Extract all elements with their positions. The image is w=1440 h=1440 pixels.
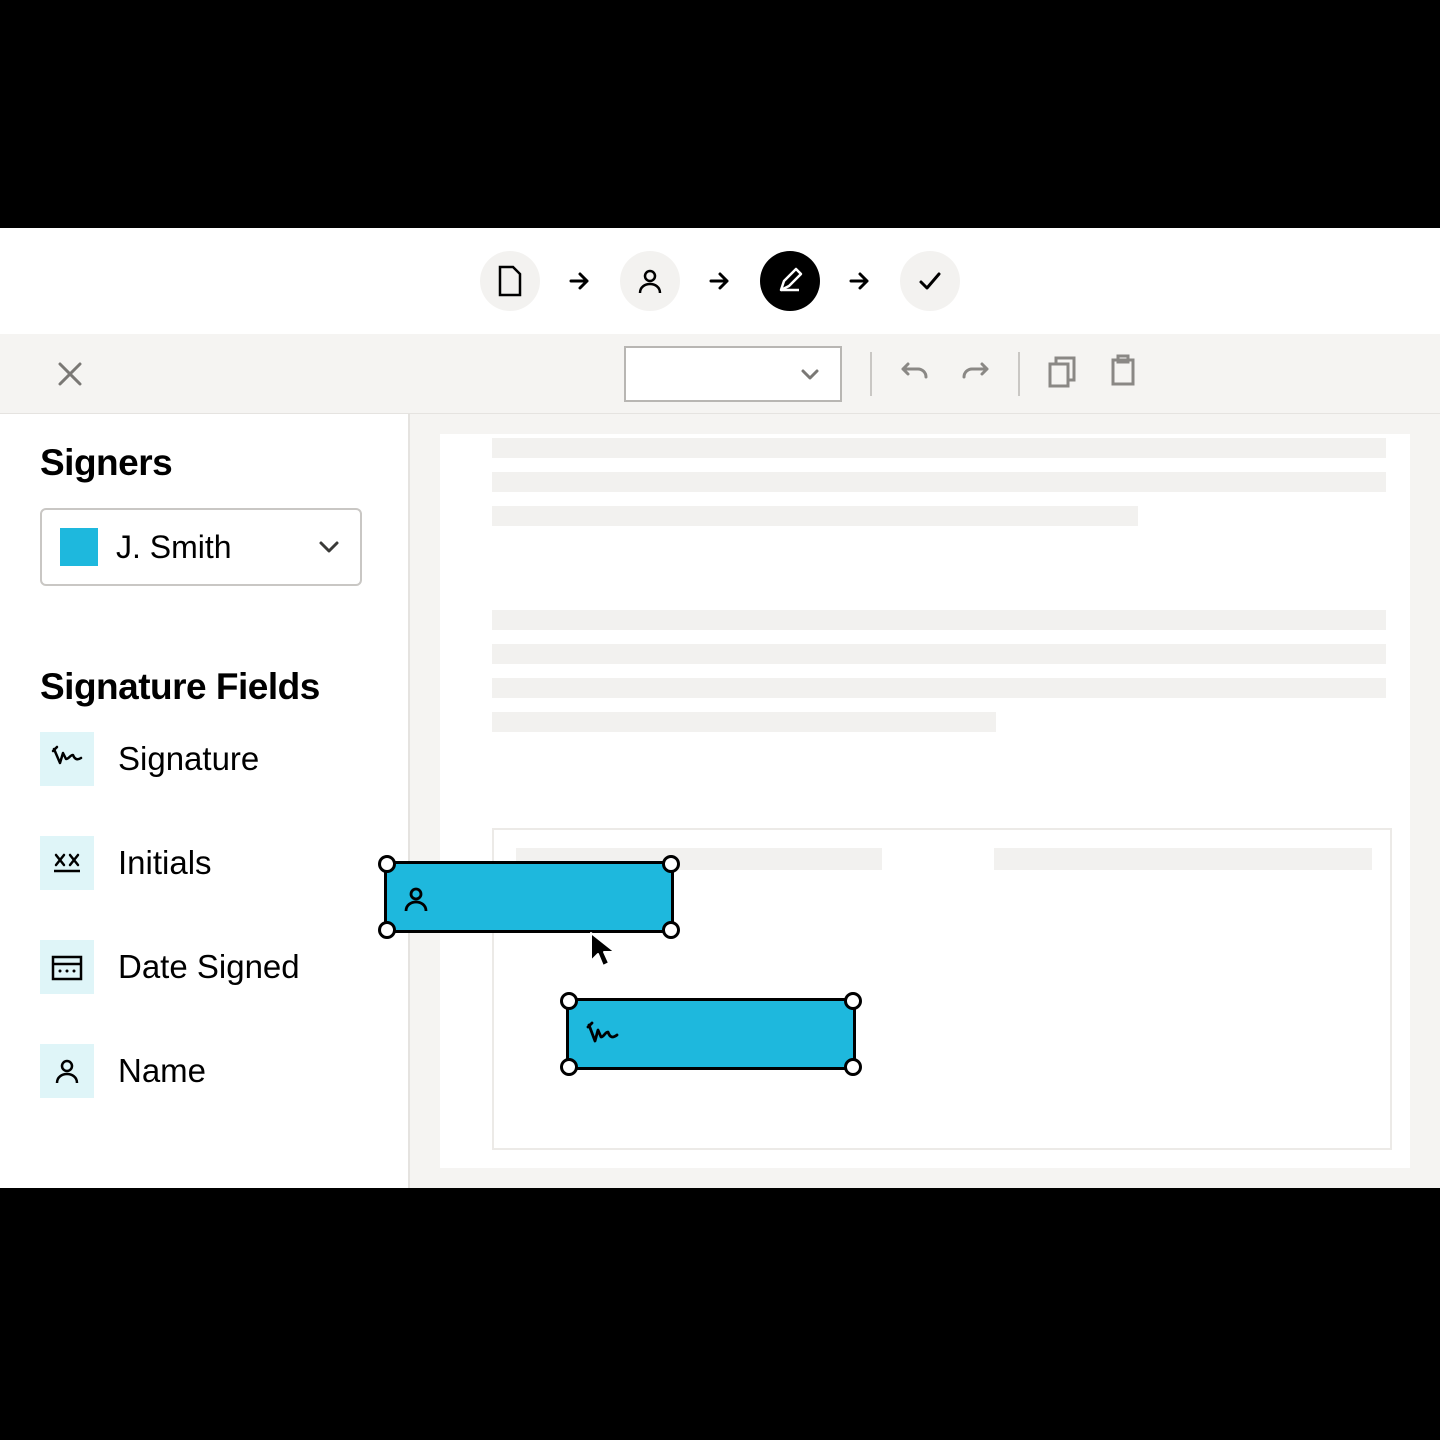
chevron-down-icon — [316, 534, 342, 560]
left-sidebar: Signers J. Smith Signature Fields Signat… — [0, 414, 410, 1188]
arrow-icon — [844, 266, 876, 296]
placeholder-line — [492, 506, 1138, 526]
main-area: Signers J. Smith Signature Fields Signat… — [0, 414, 1440, 1188]
resize-handle[interactable] — [560, 992, 578, 1010]
placeholder-line — [492, 712, 996, 732]
document-icon — [497, 265, 523, 297]
resize-handle[interactable] — [844, 1058, 862, 1076]
field-item-name[interactable]: Name — [40, 1044, 368, 1098]
resize-handle[interactable] — [844, 992, 862, 1010]
placeholder-line — [492, 644, 1386, 664]
field-item-initials[interactable]: Initials — [40, 836, 368, 890]
toolbar-actions — [870, 352, 1140, 396]
redo-button[interactable] — [958, 354, 992, 393]
signer-name-label: J. Smith — [116, 529, 298, 566]
placeholder-line — [492, 438, 1386, 458]
placeholder-line — [492, 472, 1386, 492]
signer-dropdown[interactable]: J. Smith — [40, 508, 362, 586]
placeholder-line — [492, 610, 1386, 630]
field-item-date-signed[interactable]: Date Signed — [40, 940, 368, 994]
separator — [1018, 352, 1020, 396]
field-label: Initials — [118, 844, 212, 882]
copy-icon — [1046, 354, 1080, 388]
person-icon — [635, 266, 665, 296]
placeholder-line — [492, 678, 1386, 698]
chevron-down-icon — [798, 362, 822, 386]
date-icon — [40, 940, 94, 994]
resize-handle[interactable] — [378, 921, 396, 939]
pencil-icon — [775, 266, 805, 296]
clipboard-icon — [1106, 354, 1140, 388]
step-recipient[interactable] — [620, 251, 680, 311]
arrow-icon — [704, 266, 736, 296]
undo-icon — [898, 354, 932, 388]
signature-icon — [40, 732, 94, 786]
arrow-icon — [564, 266, 596, 296]
signers-heading: Signers — [40, 442, 368, 484]
field-label: Signature — [118, 740, 259, 778]
name-icon — [40, 1044, 94, 1098]
undo-button[interactable] — [898, 354, 932, 393]
step-prepare[interactable] — [760, 251, 820, 311]
resize-handle[interactable] — [662, 921, 680, 939]
resize-handle[interactable] — [662, 855, 680, 873]
stepper-bar — [0, 228, 1440, 334]
person-icon — [401, 884, 431, 914]
field-item-signature[interactable]: Signature — [40, 732, 368, 786]
separator — [870, 352, 872, 396]
check-icon — [915, 266, 945, 296]
resize-handle[interactable] — [560, 1058, 578, 1076]
close-button[interactable] — [50, 354, 90, 394]
copy-button[interactable] — [1046, 354, 1080, 393]
initials-icon — [40, 836, 94, 890]
placeholder-slot — [994, 848, 1372, 870]
field-label: Name — [118, 1052, 206, 1090]
step-document[interactable] — [480, 251, 540, 311]
app-frame: Signers J. Smith Signature Fields Signat… — [0, 228, 1440, 1188]
close-icon — [56, 360, 84, 388]
signature-icon — [583, 1021, 625, 1051]
field-label: Date Signed — [118, 948, 300, 986]
fields-heading: Signature Fields — [40, 666, 368, 708]
document-canvas[interactable] — [410, 414, 1440, 1188]
signer-color-swatch — [60, 528, 98, 566]
toolbar — [0, 334, 1440, 414]
resize-handle[interactable] — [378, 855, 396, 873]
redo-icon — [958, 354, 992, 388]
step-review[interactable] — [900, 251, 960, 311]
document-page — [440, 434, 1410, 1168]
zoom-dropdown[interactable] — [624, 346, 842, 402]
dragging-name-field[interactable] — [384, 861, 674, 933]
placed-signature-field[interactable] — [566, 998, 856, 1070]
paste-button[interactable] — [1106, 354, 1140, 393]
